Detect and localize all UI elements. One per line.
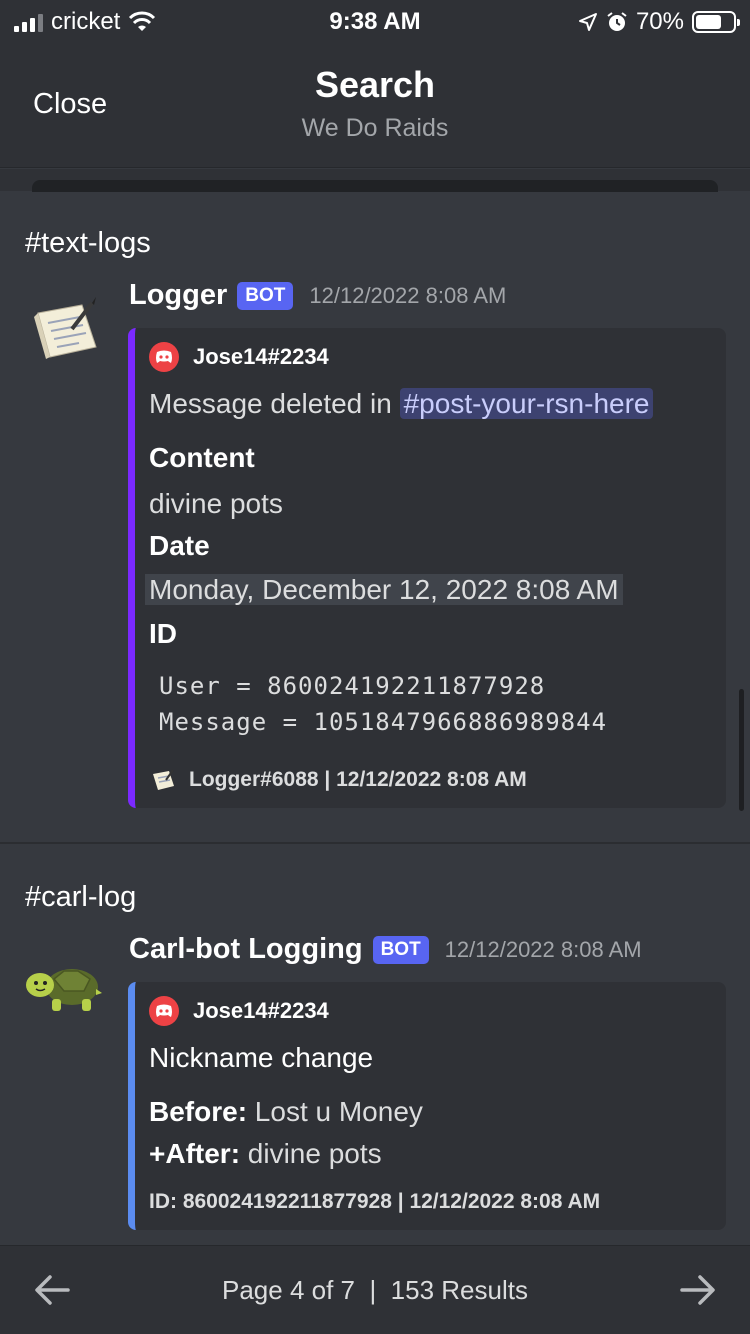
carl-bot-avatar[interactable] <box>24 945 104 1025</box>
pagination-bar: Page 4 of 7 | 153 Results <box>0 1245 750 1334</box>
status-bar: cricket 9:38 AM 70% <box>0 0 750 40</box>
message-author-row: Logger BOT 12/12/2022 8:08 AM <box>129 279 506 312</box>
alarm-icon <box>607 12 627 31</box>
id-code-block: User = 860024192211877928 Message = 10518… <box>159 668 607 740</box>
before-label: Before: <box>149 1096 248 1127</box>
embed-author: Jose14#2234 <box>149 996 329 1026</box>
battery-level <box>696 15 722 29</box>
search-header: Close Search We Do Raids <box>0 40 750 168</box>
embed-author-name: Jose14#2234 <box>193 344 329 369</box>
embed-author-name: Jose14#2234 <box>193 998 329 1023</box>
server-name: We Do Raids <box>301 114 449 142</box>
status-right: 70% <box>578 8 740 36</box>
field-name-content: Content <box>149 442 255 473</box>
notepad-icon <box>34 297 97 359</box>
after-label: +After: <box>149 1138 241 1169</box>
field-name-id: ID <box>149 618 177 649</box>
before-value: Lost u Money <box>254 1096 423 1127</box>
discord-icon <box>149 996 179 1026</box>
logger-avatar[interactable] <box>24 291 104 371</box>
embed-footer-text: Logger#6088 | 12/12/2022 8:08 AM <box>189 768 527 791</box>
bot-badge: BOT <box>237 281 294 310</box>
bot-badge: BOT <box>372 935 429 964</box>
page-number: Page 4 of 7 <box>222 1275 355 1305</box>
after-line: +After: divine pots <box>149 1138 382 1170</box>
message-embed[interactable]: Jose14#2234 Nickname change Before: Lost… <box>128 982 726 1230</box>
message-timestamp: 12/12/2022 8:08 AM <box>444 936 642 962</box>
before-line: Before: Lost u Money <box>149 1096 423 1128</box>
embed-footer: ID: 860024192211877928 | 12/12/2022 8:08… <box>149 1190 600 1214</box>
embed-description: Message deleted in #post-your-rsn-here <box>149 388 654 420</box>
next-page-arrow-icon[interactable] <box>678 1272 718 1308</box>
battery-icon <box>692 11 740 33</box>
date-timestamp[interactable]: Monday, December 12, 2022 8:08 AM <box>145 574 623 605</box>
embed-author: Jose14#2234 <box>149 342 329 372</box>
scrollbar[interactable] <box>739 689 744 811</box>
turtle-icon <box>26 969 102 1011</box>
author-name[interactable]: Carl-bot Logging <box>129 933 363 966</box>
message-timestamp: 12/12/2022 8:08 AM <box>309 282 507 308</box>
result-divider <box>0 842 750 844</box>
result-channel-name[interactable]: #carl-log <box>25 881 136 914</box>
code-line-user: User = 860024192211877928 <box>159 672 546 700</box>
channel-mention[interactable]: #post-your-rsn-here <box>399 388 654 419</box>
page-indicator: Page 4 of 7 | 153 Results <box>0 1275 750 1306</box>
field-value-date: Monday, December 12, 2022 8:08 AM <box>145 574 623 606</box>
battery-percent: 70% <box>635 8 684 35</box>
message-author-row: Carl-bot Logging BOT 12/12/2022 8:08 AM <box>129 933 642 966</box>
previous-result-edge <box>0 169 750 192</box>
field-name-date: Date <box>149 530 210 561</box>
after-value: divine pots <box>247 1138 382 1169</box>
embed-footer-text: ID: 860024192211877928 | 12/12/2022 8:08… <box>149 1190 601 1213</box>
result-channel-name[interactable]: #text-logs <box>25 227 151 260</box>
author-name[interactable]: Logger <box>129 279 227 312</box>
field-value-content: divine pots <box>149 488 283 519</box>
message-embed[interactable]: Jose14#2234 Message deleted in #post-you… <box>128 328 726 808</box>
discord-icon <box>149 342 179 372</box>
code-line-message: Message = 1051847966886989844 <box>159 708 608 736</box>
search-results[interactable]: #text-logs Logger BOT 12/12/2022 8:08 AM… <box>0 169 750 1245</box>
location-arrow-icon <box>578 13 597 31</box>
embed-footer: Logger#6088 | 12/12/2022 8:08 AM <box>149 766 527 794</box>
description-text: Message deleted in <box>149 388 392 419</box>
results-count: 153 Results <box>390 1275 528 1305</box>
notepad-icon <box>153 769 174 790</box>
page-title: Search <box>314 64 436 105</box>
embed-title: Nickname change <box>149 1042 374 1073</box>
pager-separator: | <box>369 1275 377 1305</box>
